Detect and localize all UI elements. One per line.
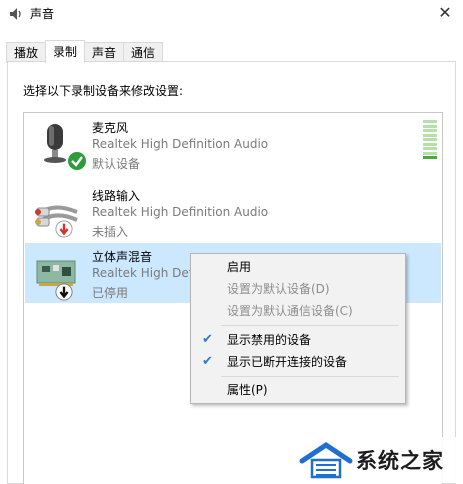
- instruction-text: 选择以下录制设备来修改设置:: [23, 84, 184, 98]
- menu-item-show-disconnected-devices[interactable]: ✔ 显示已断开连接的设备: [191, 351, 405, 373]
- tab-playback[interactable]: 播放: [6, 42, 47, 63]
- tab-recording[interactable]: 录制: [45, 40, 86, 63]
- speaker-icon: [10, 8, 21, 20]
- red-down-arrow-icon: [55, 220, 73, 238]
- device-name: 线路输入: [92, 189, 141, 203]
- menu-separator: [221, 325, 399, 326]
- tab-sounds[interactable]: 声音: [84, 42, 125, 63]
- menu-item-show-disabled-devices[interactable]: ✔ 显示禁用的设备: [191, 329, 405, 351]
- device-name: 麦克风: [92, 121, 129, 135]
- menu-item-properties[interactable]: 属性(P): [191, 379, 405, 401]
- watermark: 系统之家: [292, 437, 463, 483]
- checkmark-icon: ✔: [202, 354, 213, 369]
- house-logo-icon: [299, 441, 353, 479]
- menu-item-enable[interactable]: 启用: [191, 256, 405, 278]
- menu-item-set-default-device: 设置为默认设备(D): [227, 282, 330, 296]
- device-status: 默认设备: [92, 157, 141, 171]
- device-item-microphone[interactable]: 麦克风 Realtek High Definition Audio 默认设备: [25, 114, 441, 174]
- watermark-text: 系统之家: [356, 449, 444, 473]
- menu-item-set-default-comm-device: 设置为默认通信设备(C): [227, 304, 353, 318]
- level-meter: [423, 120, 437, 161]
- green-check-icon: [68, 152, 86, 170]
- checkmark-icon: ✔: [202, 332, 213, 347]
- black-down-arrow-icon: [55, 283, 73, 301]
- context-menu: 启用 设置为默认设备(D) 设置为默认通信设备(C) ✔ 显示禁用的设备 ✔ 显…: [190, 253, 406, 404]
- window-title: 声音: [30, 7, 55, 21]
- title-bar: 声音 ✕: [0, 0, 463, 28]
- device-status: 未插入: [92, 225, 129, 239]
- tab-communications[interactable]: 通信: [123, 42, 164, 63]
- tab-strip: 播放 录制 声音 通信: [6, 40, 164, 63]
- device-description: Realtek High Defi: [92, 266, 197, 280]
- menu-separator: [221, 376, 399, 377]
- device-description: Realtek High Definition Audio: [92, 137, 269, 151]
- device-name: 立体声混音: [92, 250, 153, 264]
- device-status: 已停用: [92, 286, 129, 300]
- device-description: Realtek High Definition Audio: [92, 205, 269, 219]
- device-item-line-in[interactable]: 线路输入 Realtek High Definition Audio 未插入: [25, 182, 441, 242]
- close-button[interactable]: ✕: [433, 2, 457, 24]
